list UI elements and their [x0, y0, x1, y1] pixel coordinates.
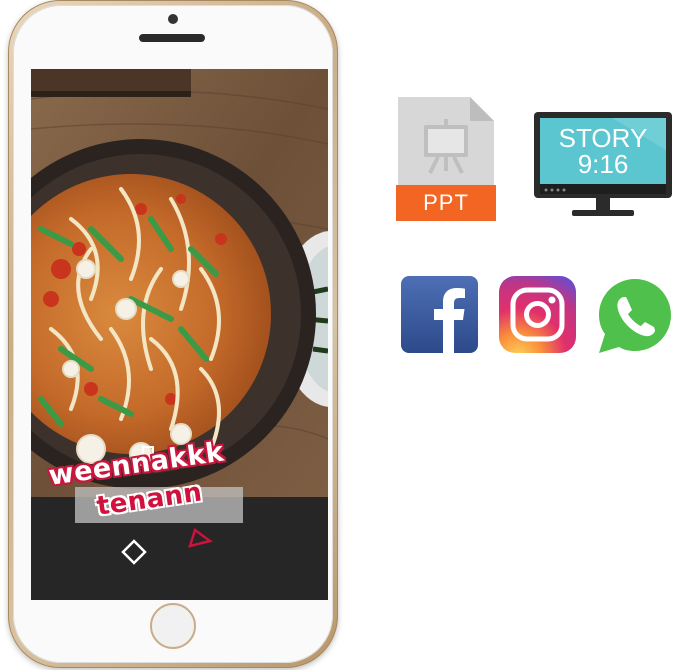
monitor-icon: STORY 9:16 [532, 110, 674, 220]
facebook-icon[interactable] [401, 276, 478, 353]
monitor-text-ratio: 9:16 [577, 149, 629, 179]
whatsapp-icon[interactable] [595, 276, 675, 356]
decor-diamond-icon [121, 539, 147, 565]
home-button[interactable] [150, 603, 196, 649]
monitor-text-story: STORY [558, 123, 648, 153]
ppt-label: PPT [423, 190, 469, 215]
food-photo [31, 69, 328, 497]
phone-mockup: weennakkk tenann [8, 0, 338, 668]
front-camera [168, 14, 178, 24]
instagram-icon[interactable] [499, 276, 576, 353]
phone-screen: weennakkk tenann [31, 69, 328, 600]
ppt-file-icon: PPT [396, 95, 496, 223]
earpiece-speaker [139, 34, 205, 42]
decor-triangle-icon [188, 527, 213, 548]
